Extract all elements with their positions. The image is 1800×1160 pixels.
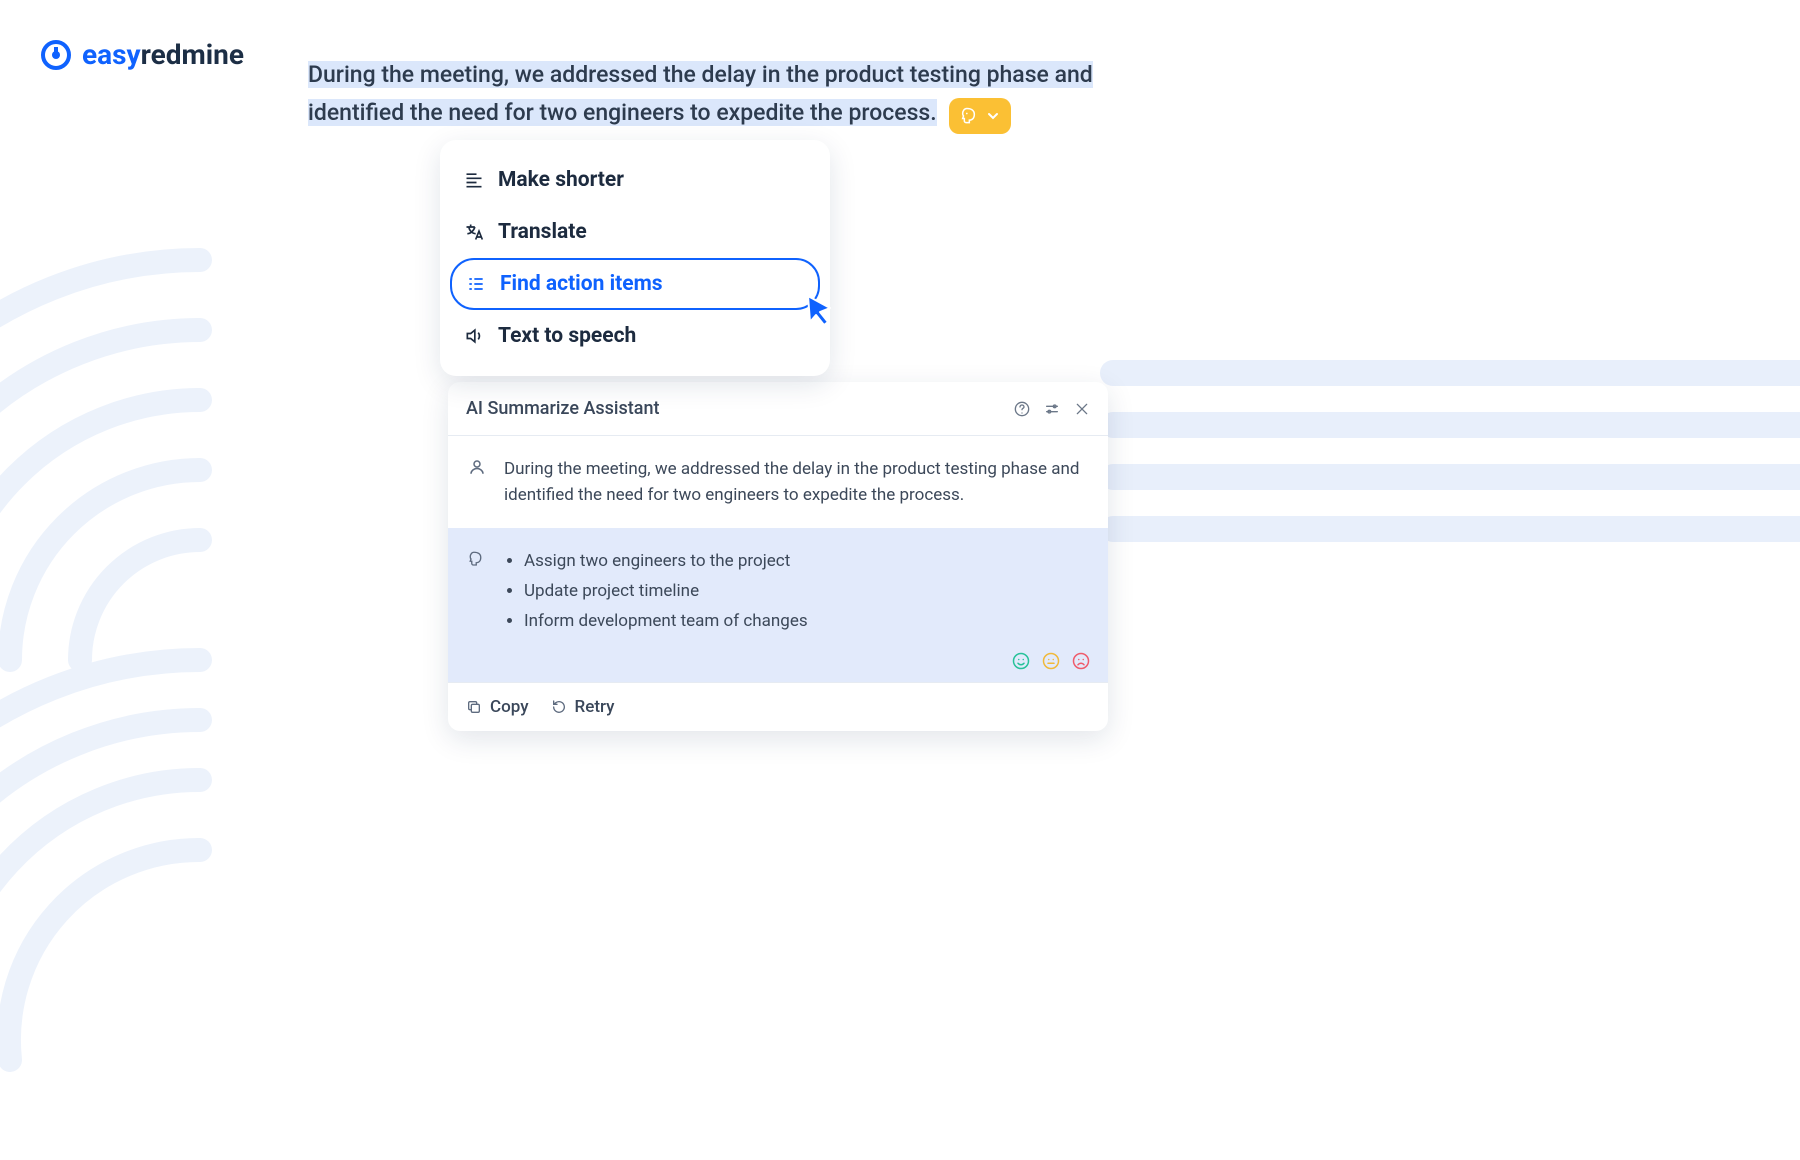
menu-item-translate[interactable]: Translate xyxy=(450,206,820,258)
shorten-icon xyxy=(464,170,484,190)
assistant-user-message: During the meeting, we addressed the del… xyxy=(448,436,1108,528)
brand-logo-icon xyxy=(40,39,72,71)
list-item: Assign two engineers to the project xyxy=(524,548,808,574)
ai-head-icon xyxy=(961,106,981,126)
copy-button[interactable]: Copy xyxy=(466,697,529,717)
menu-item-text-to-speech[interactable]: Text to speech xyxy=(450,310,820,362)
copy-icon xyxy=(466,699,482,715)
retry-button[interactable]: Retry xyxy=(551,697,615,717)
list-item: Update project timeline xyxy=(524,578,808,604)
ai-actions-menu: Make shorter Translate Find action items… xyxy=(440,140,830,376)
brand-logo: easyredmine xyxy=(40,38,244,71)
copy-label: Copy xyxy=(490,697,529,717)
retry-icon xyxy=(551,699,567,715)
brand-text-redmine: redmine xyxy=(141,38,244,71)
user-icon xyxy=(468,458,486,476)
selected-text-region: During the meeting, we addressed the del… xyxy=(308,56,1136,134)
assistant-title: AI Summarize Assistant xyxy=(466,398,659,419)
menu-item-make-shorter[interactable]: Make shorter xyxy=(450,154,820,206)
feedback-happy-icon[interactable] xyxy=(1012,652,1030,670)
ai-assistant-panel: AI Summarize Assistant xyxy=(448,382,1108,731)
settings-sliders-icon[interactable] xyxy=(1044,401,1060,417)
assistant-header: AI Summarize Assistant xyxy=(448,382,1108,436)
menu-label: Translate xyxy=(498,220,587,244)
menu-label: Text to speech xyxy=(498,324,636,348)
feedback-row xyxy=(1012,652,1090,670)
ai-action-items-list: Assign two engineers to the project Upda… xyxy=(504,548,808,634)
assistant-ai-response: Assign two engineers to the project Upda… xyxy=(448,528,1108,682)
assistant-footer: Copy Retry xyxy=(448,682,1108,731)
list-item: Inform development team of changes xyxy=(524,608,808,634)
menu-label: Make shorter xyxy=(498,168,624,192)
menu-label: Find action items xyxy=(500,272,663,296)
translate-icon xyxy=(464,222,484,242)
close-icon[interactable] xyxy=(1074,401,1090,417)
action-items-icon xyxy=(466,274,486,294)
feedback-sad-icon[interactable] xyxy=(1072,652,1090,670)
menu-item-find-action-items[interactable]: Find action items xyxy=(450,258,820,310)
cursor-pointer-icon xyxy=(800,290,840,330)
bg-bars-decoration xyxy=(1100,360,1800,568)
ai-assist-badge-button[interactable] xyxy=(949,98,1011,134)
feedback-neutral-icon[interactable] xyxy=(1042,652,1060,670)
chevron-down-icon xyxy=(987,110,999,122)
retry-label: Retry xyxy=(575,697,615,717)
speaker-icon xyxy=(464,326,484,346)
ai-head-icon xyxy=(468,550,486,568)
help-icon[interactable] xyxy=(1014,401,1030,417)
user-message-text: During the meeting, we addressed the del… xyxy=(504,456,1088,508)
brand-text-easy: easy xyxy=(82,38,141,71)
